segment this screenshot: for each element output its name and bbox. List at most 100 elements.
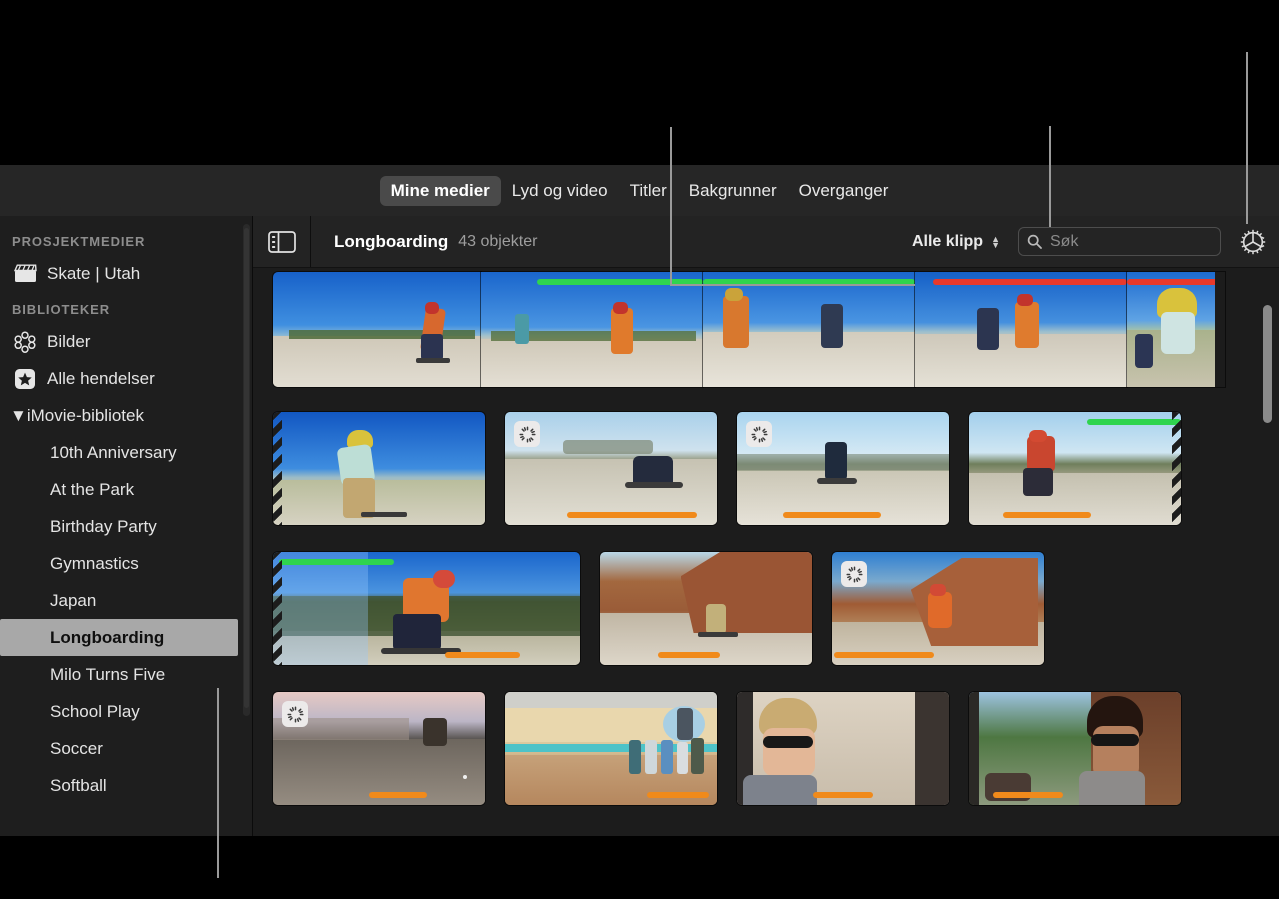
media-clip[interactable] bbox=[1127, 272, 1225, 387]
search-field[interactable]: Søk bbox=[1018, 227, 1221, 256]
sidebar-item-label: At the Park bbox=[50, 480, 134, 500]
analyzing-badge bbox=[746, 421, 772, 447]
sidebar-item-bilder[interactable]: Bilder bbox=[0, 323, 252, 360]
page-title: Longboarding bbox=[334, 232, 448, 252]
clip-marker-bar bbox=[834, 652, 934, 658]
clip-filter-popup[interactable]: Alle klipp ▲▼ bbox=[912, 233, 1000, 251]
filmstrip-row bbox=[273, 412, 1181, 525]
search-input[interactable]: Søk bbox=[1050, 233, 1078, 251]
sidebar-item-soccer[interactable]: Soccer bbox=[0, 730, 252, 767]
media-clip[interactable] bbox=[273, 552, 580, 665]
photos-icon bbox=[12, 331, 38, 353]
callout-to-filter-vertical bbox=[670, 127, 672, 285]
sidebar-section-header-project-media: PROSJEKTMEDIER bbox=[0, 224, 252, 255]
media-clip[interactable] bbox=[703, 272, 915, 387]
media-clip[interactable] bbox=[505, 412, 717, 525]
media-clip[interactable] bbox=[273, 412, 485, 525]
media-clip[interactable] bbox=[273, 692, 485, 805]
media-clip[interactable] bbox=[737, 692, 949, 805]
toolbar-right-group: Alle klipp ▲▼ Søk bbox=[912, 226, 1279, 258]
sidebar-item-label: Birthday Party bbox=[50, 517, 157, 537]
clip-marker-bar bbox=[1087, 419, 1181, 425]
analyzing-badge bbox=[282, 701, 308, 727]
sidebar-item-gymnastics[interactable]: Gymnastics bbox=[0, 545, 252, 582]
sidebar-item-label: School Play bbox=[50, 702, 140, 722]
clip-torn-edge bbox=[1172, 412, 1181, 525]
filmstrip-row bbox=[273, 272, 1225, 387]
clip-marker-bar bbox=[658, 652, 720, 658]
sidebar-toggle-button[interactable] bbox=[253, 216, 311, 267]
tab-titler[interactable]: Titler bbox=[619, 176, 678, 206]
sidebar-item-label: Bilder bbox=[47, 332, 90, 352]
gear-icon bbox=[1239, 228, 1267, 256]
up-down-chevron-icon[interactable]: ▲▼ bbox=[991, 236, 1000, 248]
sidebar-section-header-libraries: BIBLIOTEKER bbox=[0, 292, 252, 323]
sidebar-library-label: iMovie-bibliotek bbox=[27, 406, 144, 426]
media-clip[interactable] bbox=[481, 272, 703, 387]
sidebar-item-label: Gymnastics bbox=[50, 554, 139, 574]
media-clip[interactable] bbox=[600, 552, 812, 665]
callout-to-filter-horizontal bbox=[670, 284, 915, 286]
media-clip[interactable] bbox=[273, 272, 481, 387]
sidebar-item-softball[interactable]: Softball bbox=[0, 767, 252, 804]
sidebar-item-milo-turns-five[interactable]: Milo Turns Five bbox=[0, 656, 252, 693]
clip-torn-edge bbox=[1215, 272, 1225, 387]
callout-to-sidebar bbox=[217, 688, 219, 878]
sidebar-item-longboarding[interactable]: Longboarding bbox=[0, 619, 238, 656]
sidebar: PROSJEKTMEDIER Skate | Utah BIBLIOTEKER bbox=[0, 216, 253, 836]
sidebar-item-label: 10th Anniversary bbox=[50, 443, 177, 463]
clip-marker-bar bbox=[933, 279, 1127, 285]
sidebar-item-school-play[interactable]: School Play bbox=[0, 693, 252, 730]
media-clip[interactable] bbox=[915, 272, 1127, 387]
settings-button[interactable] bbox=[1237, 226, 1269, 258]
tab-list: Mine medier Lyd og video Titler Bakgrunn… bbox=[380, 176, 900, 206]
clip-selection-overlay[interactable] bbox=[273, 552, 368, 665]
tab-mine-medier[interactable]: Mine medier bbox=[380, 176, 501, 206]
clip-marker-bar bbox=[567, 512, 697, 518]
tab-lyd-og-video[interactable]: Lyd og video bbox=[501, 176, 619, 206]
media-clip[interactable] bbox=[737, 412, 949, 525]
clip-marker-bar bbox=[813, 792, 873, 798]
search-icon bbox=[1027, 234, 1042, 249]
media-clip[interactable] bbox=[969, 692, 1181, 805]
media-scrollbar-thumb[interactable] bbox=[1263, 305, 1272, 423]
tab-bakgrunner[interactable]: Bakgrunner bbox=[678, 176, 788, 206]
tab-overganger[interactable]: Overganger bbox=[788, 176, 900, 206]
sidebar-item-label: Japan bbox=[50, 591, 96, 611]
analyzing-badge bbox=[841, 561, 867, 587]
clip-marker-bar bbox=[993, 792, 1063, 798]
sidebar-item-skate-utah[interactable]: Skate | Utah bbox=[0, 255, 252, 292]
sidebar-item-alle-hendelser[interactable]: Alle hendelser bbox=[0, 360, 252, 397]
sidebar-scroll-area[interactable]: PROSJEKTMEDIER Skate | Utah BIBLIOTEKER bbox=[0, 216, 252, 836]
sidebar-item-birthday-party[interactable]: Birthday Party bbox=[0, 508, 252, 545]
callout-to-search bbox=[1049, 126, 1051, 227]
clip-torn-edge bbox=[273, 552, 282, 665]
media-clip[interactable] bbox=[969, 412, 1181, 525]
sidebar-scrollbar-thumb[interactable] bbox=[244, 228, 249, 708]
sidebar-item-imovie-library[interactable]: ▼ iMovie-bibliotek bbox=[0, 397, 252, 434]
imovie-window: Mine medier Lyd og video Titler Bakgrunn… bbox=[0, 165, 1279, 836]
clip-marker-bar bbox=[279, 559, 394, 565]
media-grid[interactable] bbox=[253, 267, 1279, 836]
analyzing-spinner-icon bbox=[519, 426, 536, 443]
sidebar-item-label: Alle hendelser bbox=[47, 369, 155, 389]
sidebar-item-label: Skate | Utah bbox=[47, 264, 140, 284]
sidebar-item-label: Soccer bbox=[50, 739, 103, 759]
filmstrip-row bbox=[273, 692, 1181, 805]
clip-torn-edge bbox=[273, 412, 282, 525]
chevron-down-icon[interactable]: ▼ bbox=[10, 406, 27, 426]
media-clip[interactable] bbox=[505, 692, 717, 805]
media-clip[interactable] bbox=[832, 552, 1044, 665]
media-toolbar: Longboarding 43 objekter Alle klipp ▲▼ bbox=[253, 216, 1279, 268]
sidebar-item-japan[interactable]: Japan bbox=[0, 582, 252, 619]
clip-marker-bar bbox=[647, 792, 709, 798]
clip-marker-bar bbox=[1127, 279, 1225, 285]
sidebar-item-10th-anniversary[interactable]: 10th Anniversary bbox=[0, 434, 252, 471]
item-count: 43 objekter bbox=[458, 233, 537, 251]
analyzing-spinner-icon bbox=[287, 706, 304, 723]
clip-marker-bar bbox=[1003, 512, 1091, 518]
sidebar-item-at-the-park[interactable]: At the Park bbox=[0, 471, 252, 508]
star-icon bbox=[12, 368, 38, 390]
media-pane: Longboarding 43 objekter Alle klipp ▲▼ bbox=[253, 216, 1279, 836]
sidebar-item-label: Longboarding bbox=[50, 628, 164, 648]
